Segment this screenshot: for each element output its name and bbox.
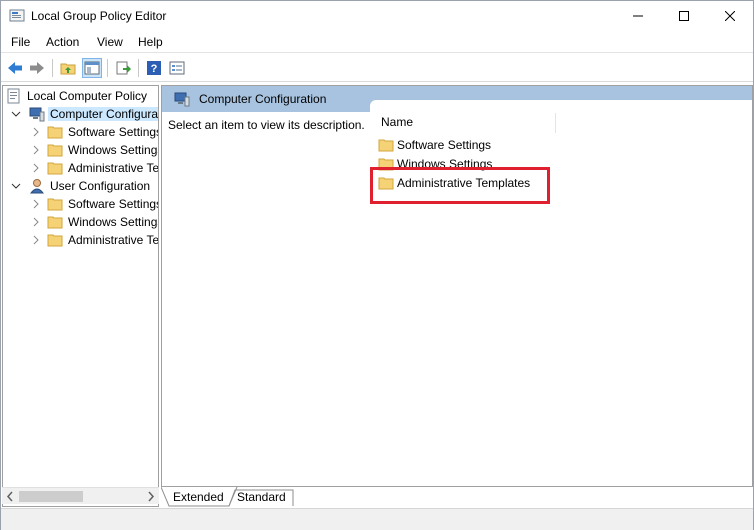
chevron-right-icon[interactable] [31, 127, 41, 137]
svg-text:?: ? [151, 63, 158, 75]
menu-action[interactable]: Action [46, 35, 79, 49]
item-description: Select an item to view its description. [168, 118, 365, 132]
tree-item-user-windows-settings[interactable]: Windows Settings [31, 213, 159, 231]
tree-item-label: Administrative Te [68, 233, 159, 247]
maximize-button[interactable] [661, 1, 707, 31]
folder-icon [47, 162, 63, 175]
tree-item-label: Windows Settings [68, 143, 159, 157]
chevron-right-icon[interactable] [31, 217, 41, 227]
tree-item-windows-settings[interactable]: Windows Settings [31, 141, 159, 159]
chevron-right-icon[interactable] [31, 163, 41, 173]
list-item-software-settings[interactable]: Software Settings [378, 136, 491, 154]
details-title: Computer Configuration [199, 92, 327, 106]
menu-bar: File Action View Help [1, 31, 753, 53]
tree-item-label: Software Settings [68, 197, 159, 211]
back-button[interactable] [5, 58, 25, 78]
status-bar [1, 508, 753, 530]
tree-item-label: Local Computer Policy [27, 89, 148, 103]
minimize-button[interactable] [615, 1, 661, 31]
title-bar: Local Group Policy Editor [1, 1, 753, 31]
forward-arrow-icon [30, 62, 44, 74]
tab-extended[interactable]: Extended [173, 487, 224, 506]
console-tree: Local Computer Policy Computer Configura… [2, 85, 159, 507]
up-one-level-button[interactable] [58, 58, 78, 78]
help-icon: ? [147, 61, 161, 75]
tree-item-label: Computer Configura [48, 107, 159, 121]
folder-icon [47, 126, 63, 139]
chevron-right-icon[interactable] [31, 235, 41, 245]
tree-item-computer-configuration[interactable]: Computer Configura [3, 105, 159, 123]
chevron-down-icon[interactable] [11, 109, 21, 119]
group-policy-icon [9, 8, 25, 24]
minimize-icon [633, 15, 643, 17]
highlight-annotation [370, 167, 550, 204]
items-list: Name Software Settings Windows Settings … [370, 100, 752, 486]
user-icon [29, 179, 45, 194]
scrollbar-thumb[interactable] [19, 491, 83, 502]
list-item-label: Software Settings [397, 138, 492, 152]
export-list-button[interactable] [113, 58, 133, 78]
chevron-down-icon[interactable] [11, 181, 21, 191]
folder-icon [47, 234, 63, 247]
tree-item-label: Administrative Te [68, 161, 159, 175]
export-list-icon [116, 61, 131, 75]
toolbar-separator [138, 59, 139, 77]
show-hide-console-tree-button[interactable] [82, 58, 102, 78]
properties-view-icon [169, 61, 185, 75]
chevron-right-icon[interactable] [31, 199, 41, 209]
view-tabs: Extended Standard [161, 487, 753, 507]
menu-view[interactable]: View [97, 35, 123, 49]
folder-icon [47, 198, 63, 211]
tree-horizontal-scrollbar[interactable] [2, 487, 159, 504]
tree-item-local-computer-policy[interactable]: Local Computer Policy [6, 87, 149, 105]
close-icon [725, 11, 735, 21]
toolbar: ? [1, 54, 753, 82]
scroll-left-icon[interactable] [6, 491, 14, 502]
tree-item-administrative-templates[interactable]: Administrative Te [31, 159, 159, 177]
tree-item-label: User Configuration [50, 179, 151, 193]
window-title: Local Group Policy Editor [31, 9, 167, 23]
computer-icon [174, 92, 190, 107]
details-pane: Computer Configuration Select an item to… [161, 85, 753, 487]
help-button[interactable]: ? [144, 58, 164, 78]
folder-icon [47, 216, 63, 229]
computer-icon [29, 107, 45, 122]
chevron-right-icon[interactable] [31, 145, 41, 155]
toolbar-separator [52, 59, 53, 77]
tree-item-user-configuration[interactable]: User Configuration [3, 177, 152, 195]
forward-button[interactable] [27, 58, 47, 78]
tree-item-label: Windows Settings [68, 215, 159, 229]
folder-icon [378, 139, 394, 152]
up-folder-icon [60, 63, 76, 75]
scroll-right-icon[interactable] [147, 491, 155, 502]
toolbar-separator [107, 59, 108, 77]
tree-item-label: Software Settings [68, 125, 159, 139]
maximize-icon [679, 11, 689, 21]
menu-help[interactable]: Help [138, 35, 163, 49]
column-header-name[interactable]: Name [370, 113, 556, 133]
policy-document-icon [7, 88, 20, 104]
tab-standard[interactable]: Standard [237, 487, 286, 506]
menu-file[interactable]: File [11, 35, 30, 49]
tree-item-user-administrative-templates[interactable]: Administrative Te [31, 231, 159, 249]
close-button[interactable] [707, 1, 753, 31]
folder-icon [47, 144, 63, 157]
back-arrow-icon [8, 62, 22, 74]
properties-view-button[interactable] [167, 58, 187, 78]
tree-item-user-software-settings[interactable]: Software Settings [31, 195, 159, 213]
show-hide-tree-icon [84, 61, 100, 75]
tree-item-software-settings[interactable]: Software Settings [31, 123, 159, 141]
app-window: Local Group Policy Editor File Action Vi… [0, 0, 754, 530]
